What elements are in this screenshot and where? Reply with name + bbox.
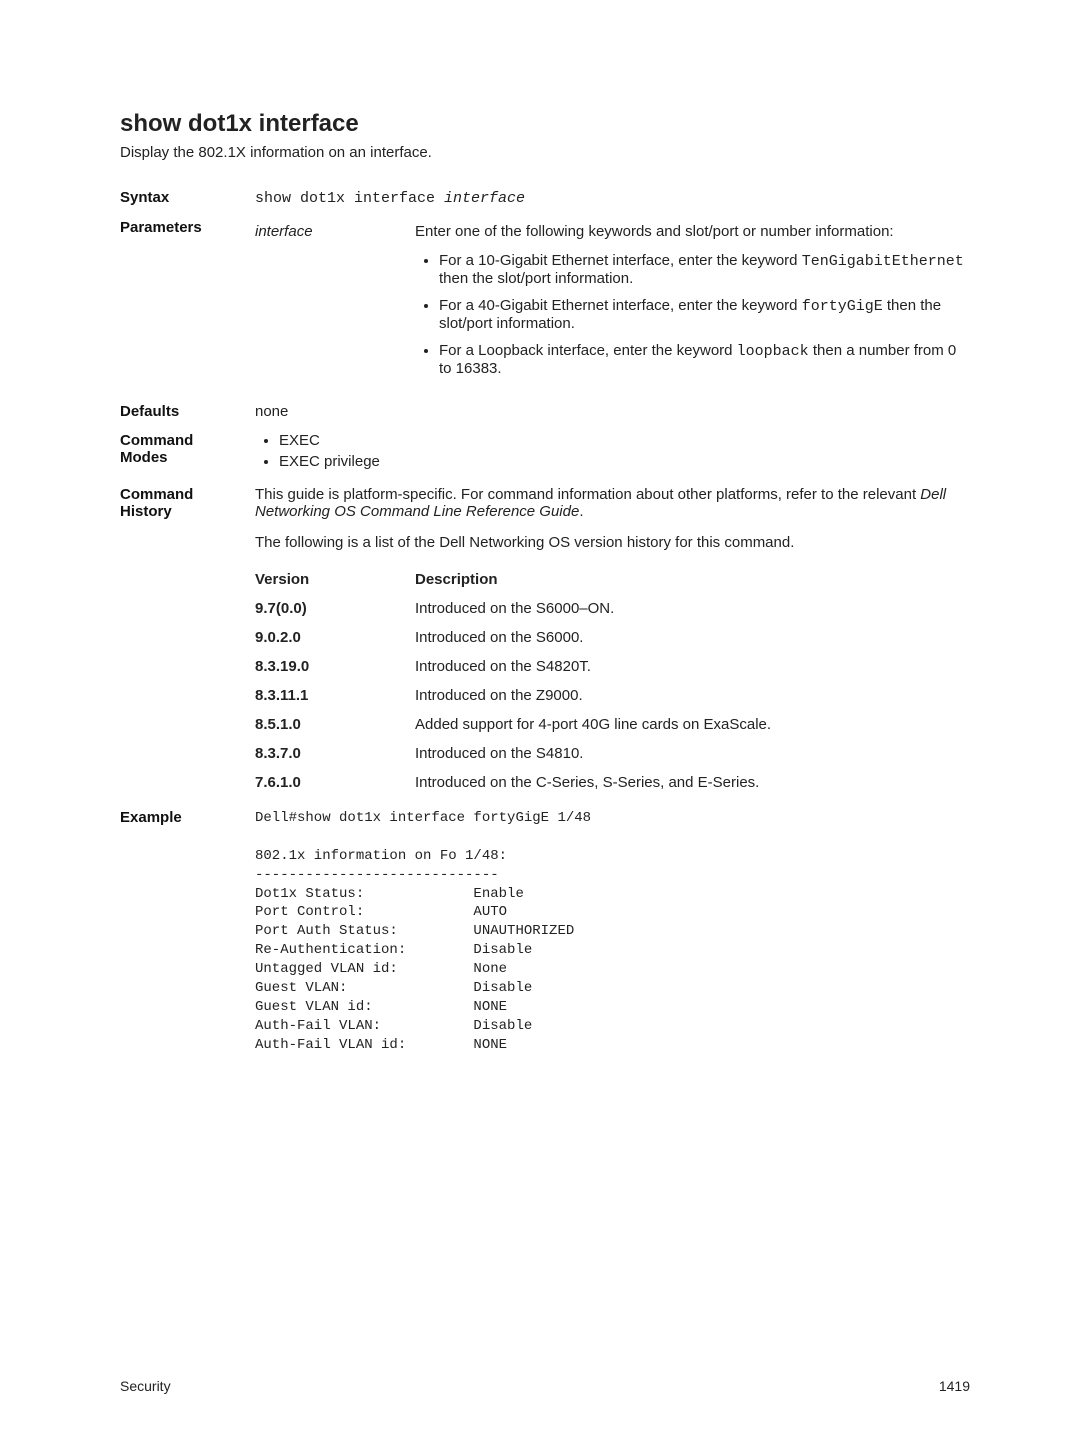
version-cell: 8.3.11.1 xyxy=(255,681,415,710)
param-bullet-2: For a 40-Gigabit Ethernet interface, ent… xyxy=(439,297,970,332)
b1-a: For a 10-Gigabit Ethernet interface, ent… xyxy=(439,252,802,269)
version-row: 8.3.11.1Introduced on the Z9000. xyxy=(255,681,970,710)
version-cell: 7.6.1.0 xyxy=(255,768,415,797)
param-bullet-1: For a 10-Gigabit Ethernet interface, ent… xyxy=(439,252,970,287)
b1-code: TenGigabitEthernet xyxy=(802,253,964,270)
example-label: Example xyxy=(120,803,255,1061)
hp1-a: This guide is platform-specific. For com… xyxy=(255,486,920,503)
page-footer: Security 1419 xyxy=(120,1378,970,1394)
description-head: Description xyxy=(415,565,970,594)
desc-cell: Added support for 4-port 40G line cards … xyxy=(415,710,970,739)
hp1-b: . xyxy=(579,503,583,520)
syntax-label: Syntax xyxy=(120,183,255,213)
version-row: 8.3.19.0Introduced on the S4820T. xyxy=(255,652,970,681)
version-cell: 9.7(0.0) xyxy=(255,594,415,623)
version-row: 8.5.1.0Added support for 4-port 40G line… xyxy=(255,710,970,739)
param-name: interface xyxy=(255,219,415,391)
param-bullets: For a 10-Gigabit Ethernet interface, ent… xyxy=(415,252,970,377)
desc-cell: Introduced on the S6000. xyxy=(415,623,970,652)
history-label: Command History xyxy=(120,480,255,803)
version-cell: 8.3.19.0 xyxy=(255,652,415,681)
defaults-label: Defaults xyxy=(120,397,255,426)
parameters-label: Parameters xyxy=(120,213,255,397)
b2-code: fortyGigE xyxy=(802,298,883,315)
version-row: 8.3.7.0Introduced on the S4810. xyxy=(255,739,970,768)
mode-item-2: EXEC privilege xyxy=(279,453,970,470)
parameters-subtable: interface Enter one of the following key… xyxy=(255,219,970,391)
definition-table: Syntax show dot1x interface interface Pa… xyxy=(120,183,970,1061)
version-row: 7.6.1.0Introduced on the C-Series, S-Ser… xyxy=(255,768,970,797)
example-output: Dell#show dot1x interface fortyGigE 1/48… xyxy=(255,809,970,1055)
syntax-value: show dot1x interface interface xyxy=(255,183,970,213)
version-cell: 8.5.1.0 xyxy=(255,710,415,739)
syntax-code: show dot1x interface xyxy=(255,190,444,207)
version-cell: 9.0.2.0 xyxy=(255,623,415,652)
param-bullet-3: For a Loopback interface, enter the keyw… xyxy=(439,342,970,377)
version-row: 9.0.2.0Introduced on the S6000. xyxy=(255,623,970,652)
history-para2: The following is a list of the Dell Netw… xyxy=(255,534,970,551)
b3-a: For a Loopback interface, enter the keyw… xyxy=(439,342,737,359)
syntax-arg: interface xyxy=(444,190,525,207)
desc-cell: Introduced on the C-Series, S-Series, an… xyxy=(415,768,970,797)
intro-text: Display the 802.1X information on an int… xyxy=(120,144,970,161)
page-title: show dot1x interface xyxy=(120,110,970,138)
desc-cell: Introduced on the S6000–ON. xyxy=(415,594,970,623)
version-cell: 8.3.7.0 xyxy=(255,739,415,768)
b3-code: loopback xyxy=(737,343,809,360)
history-para1: This guide is platform-specific. For com… xyxy=(255,486,970,520)
version-head: Version xyxy=(255,565,415,594)
b1-b: then the slot/port information. xyxy=(439,270,633,287)
version-row: 9.7(0.0)Introduced on the S6000–ON. xyxy=(255,594,970,623)
param-desc-lead: Enter one of the following keywords and … xyxy=(415,223,894,240)
version-table: Version Description 9.7(0.0)Introduced o… xyxy=(255,565,970,797)
desc-cell: Introduced on the S4820T. xyxy=(415,652,970,681)
mode-item-1: EXEC xyxy=(279,432,970,449)
desc-cell: Introduced on the S4810. xyxy=(415,739,970,768)
defaults-value: none xyxy=(255,397,970,426)
b2-a: For a 40-Gigabit Ethernet interface, ent… xyxy=(439,297,802,314)
modes-label: Command Modes xyxy=(120,426,255,480)
footer-page-number: 1419 xyxy=(939,1378,970,1394)
desc-cell: Introduced on the Z9000. xyxy=(415,681,970,710)
footer-left: Security xyxy=(120,1378,171,1394)
modes-list: EXEC EXEC privilege xyxy=(255,432,970,470)
